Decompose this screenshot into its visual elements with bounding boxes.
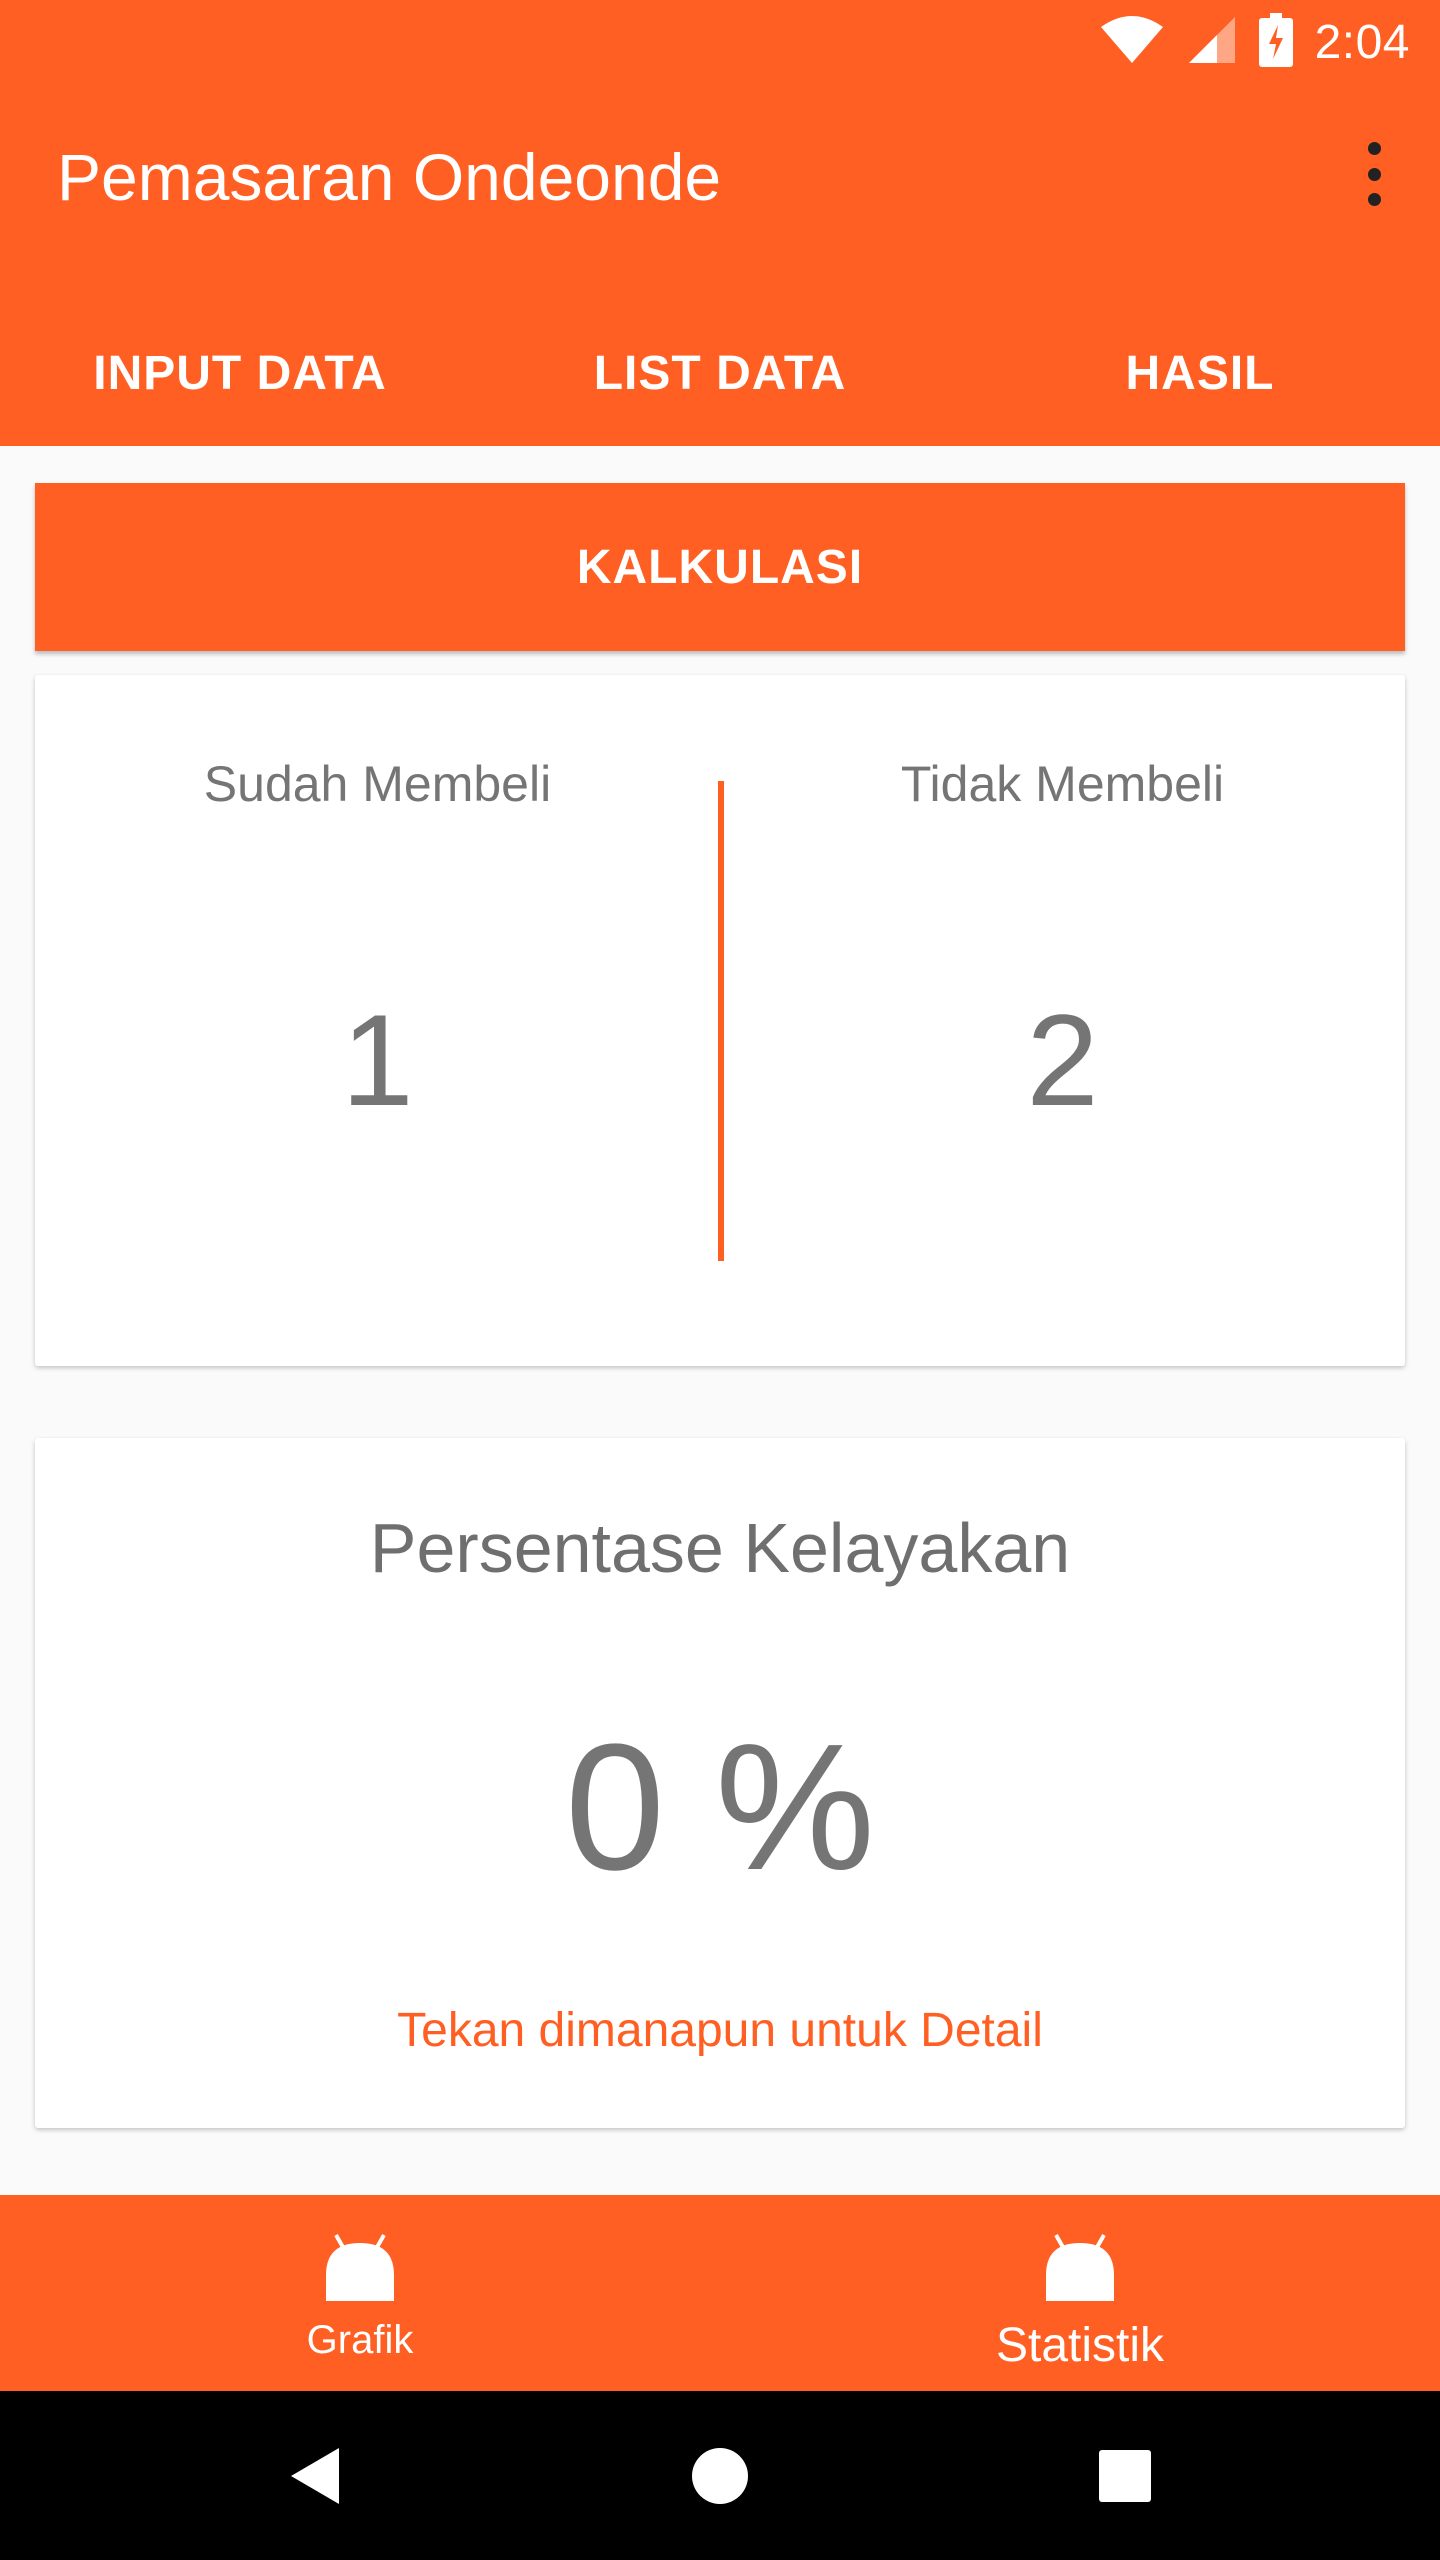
percentage-card[interactable]: Persentase Kelayakan 0 % Tekan dimanapun… bbox=[35, 1438, 1405, 2128]
app-title: Pemasaran Ondeonde bbox=[57, 140, 722, 214]
status-bar: 2:04 bbox=[0, 0, 1440, 84]
home-icon[interactable] bbox=[660, 2391, 780, 2560]
bought-label: Sudah Membeli bbox=[203, 756, 552, 812]
not-bought-column: Tidak Membeli 2 bbox=[720, 675, 1405, 1366]
system-nav-bar bbox=[0, 2391, 1440, 2560]
signal-icon bbox=[1187, 15, 1237, 70]
android-icon bbox=[1042, 2231, 1118, 2308]
not-bought-value: 2 bbox=[1026, 987, 1099, 1133]
nav-label-statistik: Statistik bbox=[995, 2319, 1165, 2372]
summary-card: Sudah Membeli 1 Tidak Membeli 2 bbox=[35, 675, 1405, 1366]
nav-item-grafik[interactable]: Grafik bbox=[0, 2195, 720, 2391]
more-vert-icon[interactable] bbox=[1348, 134, 1400, 214]
tab-list-data[interactable]: LIST DATA bbox=[480, 300, 960, 446]
recents-icon[interactable] bbox=[1065, 2391, 1185, 2560]
calculate-button[interactable]: KALKULASI bbox=[35, 483, 1405, 651]
not-bought-label: Tidak Membeli bbox=[900, 756, 1225, 812]
toolbar: Pemasaran Ondeonde bbox=[0, 84, 1440, 280]
android-icon bbox=[322, 2231, 398, 2308]
tab-hasil[interactable]: HASIL bbox=[960, 300, 1440, 446]
clock: 2:04 bbox=[1314, 15, 1410, 69]
back-icon[interactable] bbox=[255, 2391, 375, 2560]
bottom-nav: Grafik Statistik bbox=[0, 2195, 1440, 2391]
nav-item-statistik[interactable]: Statistik bbox=[720, 2195, 1440, 2391]
bought-value: 1 bbox=[341, 987, 414, 1133]
app-bar: 2:04 Pemasaran Ondeonde INPUT DATA LIST … bbox=[0, 0, 1440, 446]
percentage-value: 0 % bbox=[564, 1707, 876, 1908]
bought-column: Sudah Membeli 1 bbox=[35, 675, 720, 1366]
battery-charging-icon bbox=[1258, 12, 1293, 72]
percentage-title: Persentase Kelayakan bbox=[369, 1509, 1071, 1587]
nav-label-grafik: Grafik bbox=[306, 2318, 414, 2362]
tab-input-data[interactable]: INPUT DATA bbox=[0, 300, 480, 446]
wifi-icon bbox=[1099, 15, 1165, 70]
tab-bar: INPUT DATA LIST DATA HASIL bbox=[0, 300, 1440, 446]
detail-hint: Tekan dimanapun untuk Detail bbox=[397, 2004, 1043, 2057]
